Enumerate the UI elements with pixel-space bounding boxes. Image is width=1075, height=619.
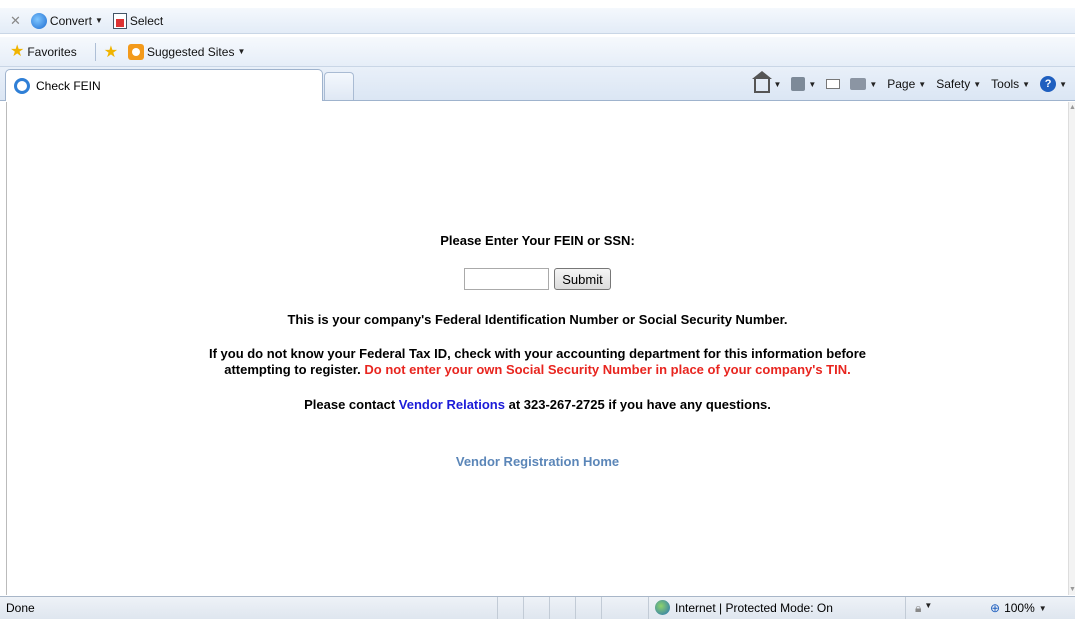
scroll-down-icon[interactable]: ▼ bbox=[1069, 586, 1075, 593]
convert-icon bbox=[30, 12, 47, 29]
fein-description: This is your company's Federal Identific… bbox=[287, 312, 788, 327]
ssn-warning: Do not enter your own Social Security Nu… bbox=[364, 362, 851, 377]
tools-menu[interactable]: Tools ▼ bbox=[991, 77, 1030, 91]
status-pane bbox=[523, 597, 549, 619]
convert-label: Convert bbox=[49, 13, 92, 28]
chevron-down-icon: ▼ bbox=[918, 79, 927, 89]
add-favorite-button[interactable]: ★ bbox=[104, 42, 118, 62]
ie-icon bbox=[14, 77, 30, 94]
home-link-row: Vendor Registration Home bbox=[7, 454, 1068, 469]
chevron-down-icon: ▼ bbox=[1059, 79, 1067, 89]
page-menu-label: Page bbox=[887, 77, 916, 91]
tax-id-help-line2: attempting to register. bbox=[224, 362, 361, 377]
suggested-sites-icon bbox=[128, 43, 145, 60]
chevron-down-icon[interactable]: ▼ bbox=[1039, 604, 1047, 613]
chevron-down-icon[interactable]: ▼ bbox=[808, 80, 816, 89]
print-button[interactable]: ▼ bbox=[850, 78, 877, 90]
chevron-down-icon[interactable]: ▼ bbox=[237, 47, 245, 56]
tax-id-help: If you do not know your Federal Tax ID, … bbox=[7, 346, 1068, 378]
status-divider bbox=[648, 597, 649, 619]
globe-icon bbox=[655, 600, 670, 615]
print-icon bbox=[850, 78, 867, 90]
zoom-button[interactable]: ⊕ 100% ▼ bbox=[990, 601, 1047, 615]
fein-prompt: Please Enter Your FEIN or SSN: bbox=[440, 233, 635, 248]
vendor-relations-link[interactable]: Vendor Relations bbox=[399, 397, 505, 412]
fein-input[interactable] bbox=[464, 268, 550, 290]
chevron-down-icon: ▼ bbox=[973, 79, 982, 89]
tools-menu-label: Tools bbox=[991, 77, 1020, 91]
close-toolbar-icon[interactable]: ✕ bbox=[10, 13, 21, 29]
home-icon bbox=[752, 71, 773, 93]
home-button[interactable]: ▼ bbox=[752, 71, 781, 93]
add-favorite-icon: ★ bbox=[103, 43, 119, 61]
mail-button[interactable] bbox=[826, 79, 841, 89]
contact-prefix: Please contact bbox=[304, 397, 396, 412]
page-content: Please Enter Your FEIN or SSN: Submit Th… bbox=[6, 102, 1068, 595]
contact-suffix: at 323-267-2725 if you have any question… bbox=[508, 397, 771, 412]
chevron-down-icon: ▼ bbox=[1022, 79, 1031, 89]
zoom-icon: ⊕ bbox=[990, 601, 1001, 615]
command-bar: ▼ ▼ ▼ Page ▼ Safety ▼ Tools ▼ ? ▼ bbox=[744, 71, 1067, 95]
scroll-up-icon[interactable]: ▲ bbox=[1069, 104, 1075, 111]
tax-id-help-line1: If you do not know your Federal Tax ID, … bbox=[208, 346, 867, 361]
status-text: Done bbox=[6, 601, 35, 615]
chevron-down-icon[interactable]: ▼ bbox=[869, 80, 877, 89]
status-panes bbox=[497, 597, 627, 619]
convert-button[interactable]: Convert ▼ bbox=[30, 12, 103, 29]
select-label: Select bbox=[129, 13, 164, 28]
favorites-label: Favorites bbox=[27, 44, 77, 59]
select-icon bbox=[112, 12, 127, 29]
rss-icon bbox=[791, 77, 806, 91]
help-button[interactable]: ? ▼ bbox=[1040, 76, 1067, 92]
submit-button[interactable]: Submit bbox=[554, 268, 611, 290]
status-bar: Done Internet | Protected Mode: On 🔒︎ ▼ … bbox=[0, 596, 1075, 619]
feeds-button[interactable]: ▼ bbox=[791, 77, 816, 91]
convert-toolbar: ✕ Convert ▼ Select bbox=[0, 8, 1075, 34]
mail-icon bbox=[826, 79, 841, 89]
protected-mode-button[interactable]: 🔒︎ ▼ bbox=[915, 601, 932, 616]
favorites-button[interactable]: ★ Favorites bbox=[10, 42, 77, 60]
page-menu[interactable]: Page ▼ bbox=[887, 77, 926, 91]
status-pane bbox=[549, 597, 575, 619]
status-pane bbox=[601, 597, 627, 619]
toolbar-divider bbox=[94, 42, 96, 61]
chevron-down-icon: ▼ bbox=[924, 601, 933, 610]
fein-form: Submit bbox=[7, 268, 1068, 290]
vendor-registration-home-link[interactable]: Vendor Registration Home bbox=[456, 454, 619, 469]
suggested-sites-label: Suggested Sites bbox=[147, 44, 235, 59]
star-icon: ★ bbox=[10, 42, 25, 60]
chevron-down-icon[interactable]: ▼ bbox=[95, 16, 103, 25]
help-icon: ? bbox=[1040, 76, 1057, 92]
safety-menu[interactable]: Safety ▼ bbox=[936, 77, 981, 91]
tab-check-fein[interactable]: Check FEIN bbox=[5, 69, 323, 101]
zone-label: Internet | Protected Mode: On bbox=[675, 600, 833, 615]
lock-icon: 🔒︎ bbox=[915, 601, 922, 615]
chevron-down-icon[interactable]: ▼ bbox=[773, 80, 781, 89]
vertical-scrollbar[interactable]: ▲ ▼ bbox=[1068, 102, 1075, 595]
status-pane bbox=[497, 597, 523, 619]
status-pane bbox=[575, 597, 601, 619]
safety-menu-label: Safety bbox=[936, 77, 971, 91]
new-tab-button[interactable] bbox=[324, 72, 354, 100]
favorites-bar: ★ Favorites ★ Suggested Sites ▼ bbox=[0, 37, 1075, 67]
suggested-sites-button[interactable]: Suggested Sites ▼ bbox=[128, 43, 245, 60]
status-divider bbox=[905, 597, 906, 619]
tab-title: Check FEIN bbox=[36, 78, 101, 93]
contact-line: Please contact Vendor Relations at 323-2… bbox=[7, 397, 1068, 412]
zoom-level: 100% bbox=[1004, 601, 1035, 615]
security-zone[interactable]: Internet | Protected Mode: On bbox=[655, 600, 833, 615]
select-button[interactable]: Select bbox=[112, 12, 164, 29]
